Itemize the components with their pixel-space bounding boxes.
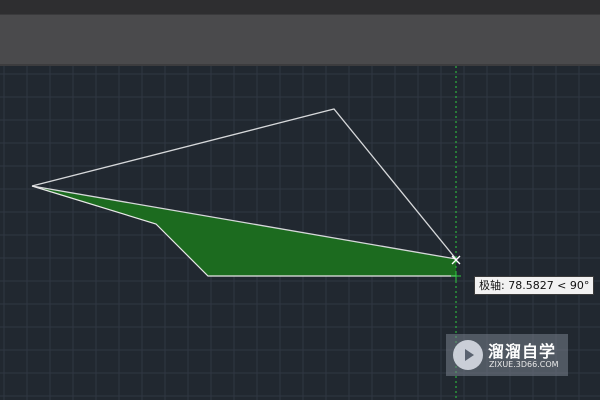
ribbon-toolbar	[0, 14, 600, 65]
play-circle-icon	[453, 340, 483, 370]
polar-tracking-tooltip: 极轴: 78.5827 < 90°	[474, 276, 595, 295]
cad-application: 极轴: 78.5827 < 90° 溜溜自学 ZIXUE.3D66.COM	[0, 0, 600, 400]
watermark-url: ZIXUE.3D66.COM	[489, 360, 559, 369]
watermark-title: 溜溜自学	[488, 342, 557, 361]
title-bar	[0, 0, 600, 14]
watermark: 溜溜自学 ZIXUE.3D66.COM	[446, 334, 568, 376]
